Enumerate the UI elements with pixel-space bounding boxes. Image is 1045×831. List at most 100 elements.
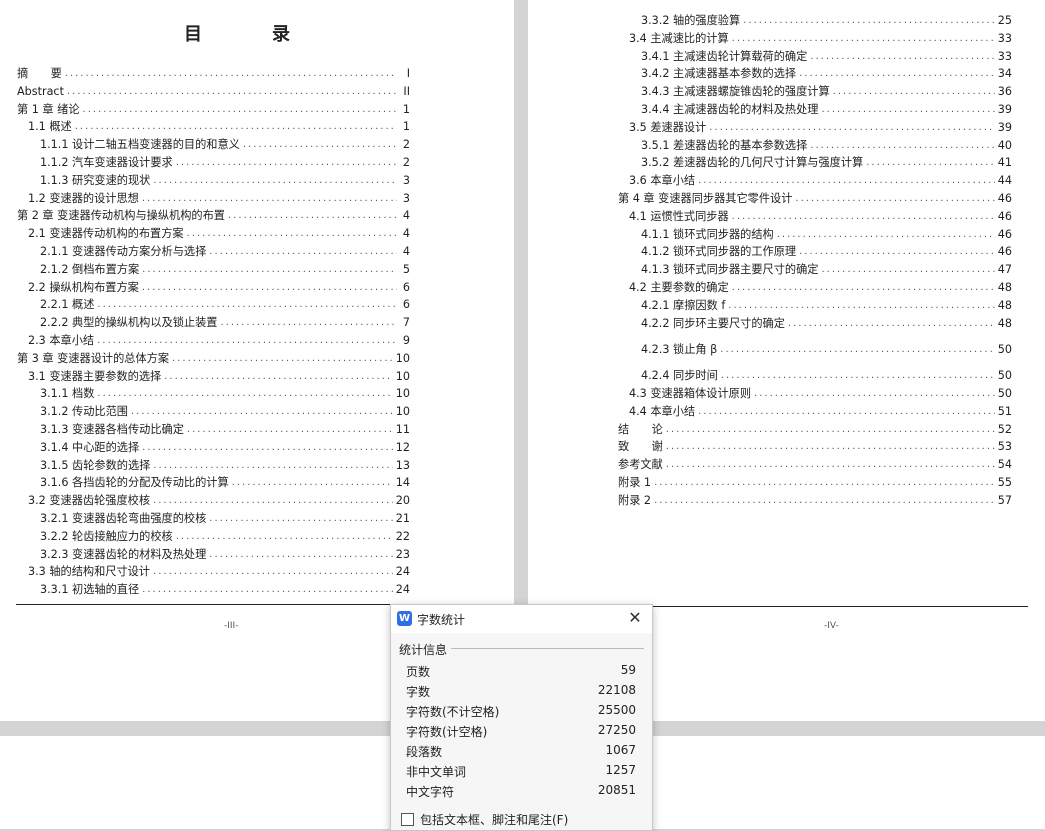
toc-entry-label: 2.1.1 变速器传动方案分析与选择 bbox=[40, 245, 207, 258]
toc-leader-dots bbox=[821, 102, 994, 118]
toc-entry[interactable]: 3.6 本章小结 44 bbox=[629, 173, 1012, 189]
dialog-titlebar[interactable]: W 字数统计 ✕ bbox=[391, 605, 652, 633]
toc-entry[interactable]: 3.1.2 传动比范围 10 bbox=[40, 404, 410, 420]
toc-entry-page: 46 bbox=[997, 192, 1012, 205]
toc-entry[interactable]: 4.2 主要参数的确定 48 bbox=[629, 280, 1012, 296]
toc-entry[interactable]: 3.4.2 主减速器基本参数的选择 34 bbox=[641, 66, 1012, 82]
toc-entry-label: 摘 要 bbox=[17, 67, 62, 80]
toc-entry-label: 2.3 本章小结 bbox=[28, 334, 95, 347]
toc-entry[interactable]: 附录 1 55 bbox=[618, 475, 1012, 491]
toc-entry[interactable]: 2.1.1 变速器传动方案分析与选择 4 bbox=[40, 244, 410, 260]
toc-entry[interactable]: 3.1.3 变速器各档传动比确定 11 bbox=[40, 422, 410, 438]
toc-entry[interactable]: 3.5 差速器设计 39 bbox=[629, 120, 1012, 136]
toc-leader-dots bbox=[153, 458, 392, 474]
toc-entry-label: Abstract bbox=[17, 84, 64, 98]
toc-leader-dots bbox=[142, 440, 393, 456]
toc-entry[interactable]: 3.2.1 变速器齿轮弯曲强度的校核 21 bbox=[40, 511, 410, 527]
toc-entry-label: 3.6 本章小结 bbox=[629, 174, 696, 188]
toc-entry-page: 10 bbox=[395, 369, 410, 383]
toc-entry[interactable]: 3.5.1 差速器齿轮的基本参数选择 40 bbox=[641, 138, 1012, 154]
toc-entry[interactable]: 参考文献 54 bbox=[618, 457, 1012, 473]
toc-entry[interactable]: 3.2.2 轮齿接触应力的校核 22 bbox=[40, 529, 410, 545]
toc-entry[interactable]: 致 谢 53 bbox=[618, 439, 1012, 455]
toc-entry-label: 3.5.2 差速器齿轮的几何尺寸计算与强度计算 bbox=[641, 156, 864, 170]
toc-entry[interactable]: 3.1.1 档数 10 bbox=[40, 386, 410, 402]
toc-entry[interactable]: 4.3 变速器箱体设计原则 50 bbox=[629, 386, 1012, 402]
toc-entry[interactable]: 3.4 主减速比的计算 33 bbox=[629, 31, 1012, 47]
toc-entry[interactable]: 第 3 章 变速器设计的总体方案 10 bbox=[17, 351, 410, 367]
toc-entry-label: 3.1.4 中心距的选择 bbox=[40, 440, 140, 454]
toc-entry-page: 10 bbox=[395, 387, 410, 401]
toc-entry[interactable]: 3.1.6 各挡齿轮的分配及传动比的计算 14 bbox=[40, 475, 410, 491]
toc-entry[interactable]: 3.2.3 变速器齿轮的材料及热处理 23 bbox=[40, 547, 410, 563]
toc-entry-label: 2.1.2 倒档布置方案 bbox=[40, 262, 140, 276]
toc-leader-dots bbox=[187, 226, 397, 242]
toc-entry-page: 20 bbox=[395, 494, 410, 508]
toc-entry[interactable]: 3.5.2 差速器齿轮的几何尺寸计算与强度计算 41 bbox=[641, 155, 1012, 171]
toc-entry-label: 附录 2 bbox=[618, 493, 652, 507]
toc-entry-label: 1.1.3 研究变速的现状 bbox=[40, 173, 151, 187]
toc-leader-dots bbox=[164, 369, 393, 385]
toc-entry[interactable]: 2.1.2 倒档布置方案 5 bbox=[40, 262, 410, 278]
toc-entry-label: 4.2.3 锁止角 β bbox=[641, 343, 718, 357]
word-count-dialog: W 字数统计 ✕ 统计信息 页数 59 字数 22108 字符数(不计空格) 2… bbox=[390, 604, 653, 831]
toc-entry-label: 3.1.2 传动比范围 bbox=[40, 405, 128, 419]
toc-entry[interactable]: 4.2.2 同步环主要尺寸的确定 48 bbox=[641, 316, 1012, 332]
toc-entry[interactable]: 第 2 章 变速器传动机构与操纵机构的布置 4 bbox=[17, 208, 410, 224]
toc-entry[interactable]: 3.1.4 中心距的选择 12 bbox=[40, 440, 410, 456]
toc-entry[interactable]: 4.1 运惯性式同步器 46 bbox=[629, 209, 1012, 225]
toc-entry[interactable]: 3.4.3 主减速器螺旋锥齿轮的强度计算 36 bbox=[641, 84, 1012, 100]
toc-entry-page: 54 bbox=[997, 458, 1012, 472]
toc-entry[interactable]: 4.2.4 同步时间 50 bbox=[641, 368, 1012, 384]
toc-entry[interactable]: 第 1 章 绪论 1 bbox=[17, 102, 410, 118]
toc-entry[interactable]: 2.3 本章小结 9 bbox=[28, 333, 410, 349]
toc-entry-label: 3.3 轴的结构和尺寸设计 bbox=[28, 565, 151, 579]
toc-entry[interactable]: 4.1.3 锁环式同步器主要尺寸的确定 47 bbox=[641, 262, 1012, 278]
close-icon[interactable]: ✕ bbox=[626, 609, 644, 627]
toc-entry[interactable]: 1.1.1 设计二轴五档变速器的目的和意义 2 bbox=[40, 137, 410, 153]
toc-entry[interactable]: 3.1 变速器主要参数的选择 10 bbox=[28, 369, 410, 385]
toc-entry[interactable]: 结 论 52 bbox=[618, 422, 1012, 438]
toc-entry[interactable]: 2.2.2 典型的操纵机构以及锁止装置 7 bbox=[40, 315, 410, 331]
include-checkbox[interactable] bbox=[401, 813, 414, 826]
toc-entry-label: 4.1 运惯性式同步器 bbox=[629, 209, 729, 223]
toc-entry-page: 2 bbox=[402, 156, 410, 169]
toc-entry[interactable]: 2.2.1 概述 6 bbox=[40, 297, 410, 313]
toc-entry-label: 4.1.2 锁环式同步器的工作原理 bbox=[641, 245, 797, 259]
toc-entry[interactable]: 1.1.2 汽车变速器设计要求 2 bbox=[40, 155, 410, 171]
toc-entry[interactable]: 4.1.1 锁环式同步器的结构 46 bbox=[641, 227, 1012, 243]
toc-entry[interactable]: 第 4 章 变速器同步器其它零件设计 46 bbox=[618, 191, 1012, 207]
toc-entry[interactable]: 1.1 概述 1 bbox=[28, 119, 410, 135]
toc-entry[interactable]: 4.4 本章小结 51 bbox=[629, 404, 1012, 420]
stat-value: 59 bbox=[620, 663, 636, 677]
toc-entry-page: 3 bbox=[402, 191, 410, 205]
toc-entry-page: 46 bbox=[997, 227, 1012, 241]
toc-entry-label: 3.3.2 轴的强度验算 bbox=[641, 14, 741, 27]
stat-label: 中文字符 bbox=[406, 785, 455, 799]
toc-leader-dots bbox=[821, 262, 994, 278]
toc-entry[interactable]: Abstract II bbox=[17, 84, 410, 100]
toc-entry[interactable]: 1.2 变速器的设计思想 3 bbox=[28, 191, 410, 207]
toc-entry[interactable]: 3.4.4 主减速器齿轮的材料及热处理 39 bbox=[641, 102, 1012, 118]
toc-entry[interactable]: 1.1.3 研究变速的现状 3 bbox=[40, 173, 410, 189]
toc-entry[interactable]: 附录 2 57 bbox=[618, 493, 1012, 509]
toc-leader-dots bbox=[220, 315, 397, 331]
toc-entry[interactable]: 3.2 变速器齿轮强度校核 20 bbox=[28, 493, 410, 509]
toc-entry[interactable]: 2.1 变速器传动机构的布置方案 4 bbox=[28, 226, 410, 242]
stat-row-chars-no-spaces: 字符数(不计空格) 25500 bbox=[406, 703, 636, 723]
toc-entry[interactable]: 3.4.1 主减速齿轮计算载荷的确定 33 bbox=[641, 49, 1012, 65]
toc-entry[interactable]: 3.3.2 轴的强度验算 25 bbox=[641, 13, 1012, 29]
toc-entry[interactable]: 3.3 轴的结构和尺寸设计 24 bbox=[28, 564, 410, 580]
stat-row-chars-with-spaces: 字符数(计空格) 27250 bbox=[406, 723, 636, 743]
toc-entry[interactable]: 2.2 操纵机构布置方案 6 bbox=[28, 280, 410, 296]
include-textbox-footnotes-option[interactable]: 包括文本框、脚注和尾注(F) bbox=[401, 811, 568, 828]
toc-entry[interactable]: 4.2.3 锁止角 β 50 bbox=[641, 342, 1012, 358]
toc-entry[interactable]: 4.1.2 锁环式同步器的工作原理 46 bbox=[641, 244, 1012, 260]
toc-leader-dots bbox=[172, 351, 393, 367]
stat-value: 22108 bbox=[597, 683, 636, 697]
toc-entry[interactable]: 摘 要I bbox=[17, 66, 410, 82]
toc-entry-label: 4.1.3 锁环式同步器主要尺寸的确定 bbox=[641, 263, 819, 277]
toc-entry[interactable]: 3.1.5 齿轮参数的选择 13 bbox=[40, 458, 410, 474]
toc-entry[interactable]: 3.3.1 初选轴的直径 24 bbox=[40, 582, 410, 598]
toc-entry[interactable]: 4.2.1 摩擦因数 f 48 bbox=[641, 298, 1012, 314]
